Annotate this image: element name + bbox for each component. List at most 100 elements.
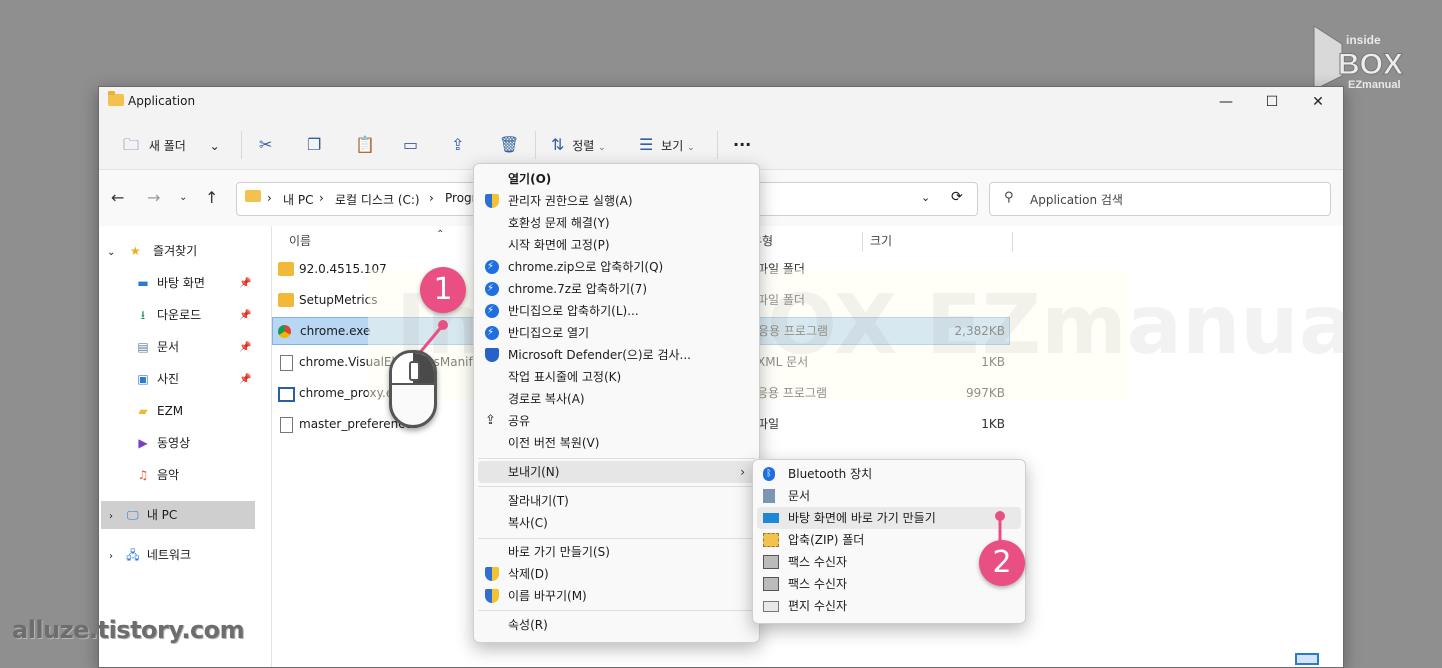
send-to-fax-2[interactable]: 팩스 수신자 [757, 573, 1021, 595]
menu-item-create-shortcut[interactable]: 바로 가기 만들기(S) [478, 541, 755, 563]
cut-icon[interactable]: ✂ [259, 134, 272, 156]
star-icon: ★ [129, 244, 141, 258]
defender-icon [485, 348, 499, 362]
menu-item-rename[interactable]: 이름 바꾸기(M) [478, 585, 755, 607]
svg-text:BOX: BOX [1338, 48, 1403, 81]
menu-item-compress-7z[interactable]: chrome.7z로 압축하기(7) [478, 278, 755, 300]
sidebar-item-documents[interactable]: ▤ 문서 [135, 333, 179, 361]
details-view-icon[interactable] [1295, 653, 1319, 665]
svg-text:inside: inside [1346, 33, 1381, 47]
share-icon[interactable]: ⇪ [451, 134, 464, 156]
minimize-button[interactable]: — [1211, 91, 1241, 113]
sort-button[interactable]: ⇅ 정렬 ⌄ [551, 134, 606, 156]
menu-item-pin-taskbar[interactable]: 작업 표시줄에 고정(K) [478, 366, 755, 388]
uac-shield-icon [485, 567, 499, 581]
pin-icon: 📌 [239, 342, 252, 353]
menu-item-share[interactable]: ⇪ 공유 [478, 410, 755, 432]
delete-icon[interactable]: 🗑 [499, 134, 519, 156]
document-icon [763, 489, 775, 503]
column-header-name[interactable]: 이름 [289, 226, 311, 256]
refresh-icon[interactable]: ⟳ [951, 189, 963, 205]
breadcrumb-local-disk[interactable]: 로컬 디스크 (C:) [335, 191, 420, 208]
menu-item-open-bandizip[interactable]: 반디집으로 열기 [478, 322, 755, 344]
view-button[interactable]: ☰ 보기 ⌄ [639, 134, 695, 156]
paste-icon[interactable]: 📋 [355, 134, 375, 156]
folder-icon [108, 91, 124, 106]
new-folder-icon: 🗀 [123, 135, 140, 154]
sidebar-item-this-pc[interactable]: › 🖵 내 PC [109, 501, 177, 529]
app-icon [278, 387, 295, 402]
address-dropdown-icon[interactable]: ⌄ [921, 191, 930, 204]
insidebox-logo: inside BOX EZmanual [1312, 22, 1432, 92]
maximize-button[interactable]: ☐ [1257, 91, 1287, 113]
menu-item-send-to[interactable]: 보내기(N) › [478, 461, 755, 483]
new-folder-button[interactable]: 🗀 새 폴더 ⌄ [123, 134, 220, 156]
rename-icon[interactable]: ▭ [403, 134, 418, 156]
up-arrow-icon[interactable]: ↑ [205, 188, 218, 207]
menu-item-open[interactable]: 열기(O) [478, 168, 755, 190]
menu-item-compress-zip[interactable]: chrome.zip으로 압축하기(Q) [478, 256, 755, 278]
share-icon: ⇪ [485, 413, 496, 428]
expand-chevron-icon: › [109, 551, 113, 562]
send-to-bluetooth[interactable]: ᛒ Bluetooth 장치 [757, 463, 1021, 485]
sidebar-item-desktop[interactable]: ▬ 바탕 화면 [135, 269, 205, 297]
send-to-desktop-shortcut[interactable]: 바탕 화면에 바로 가기 만들기 [757, 507, 1021, 529]
copy-icon[interactable]: ❐ [307, 134, 321, 156]
back-arrow-icon[interactable]: ← [111, 188, 124, 207]
folder-icon [278, 293, 294, 307]
menu-item-cut[interactable]: 잘라내기(T) [478, 490, 755, 512]
menu-item-delete[interactable]: 삭제(D) [478, 563, 755, 585]
send-to-zip-folder[interactable]: 압축(ZIP) 폴더 [757, 529, 1021, 551]
sidebar-item-downloads[interactable]: ⭳ 다운로드 [135, 301, 201, 329]
more-options-button[interactable]: ··· [733, 134, 751, 156]
bandizip-icon [485, 322, 499, 344]
menu-item-copy-path[interactable]: 경로로 복사(A) [478, 388, 755, 410]
send-to-mail[interactable]: 편지 수신자 [757, 595, 1021, 617]
search-icon: ⚲ [1004, 190, 1014, 205]
view-icon: ☰ [639, 135, 654, 154]
menu-item-pin-start[interactable]: 시작 화면에 고정(P) [478, 234, 755, 256]
breadcrumb-this-pc[interactable]: 내 PC [283, 191, 313, 208]
forward-arrow-icon[interactable]: → [147, 188, 160, 207]
column-header-size[interactable]: 크기 [870, 226, 892, 256]
pictures-icon: ▣ [137, 372, 149, 386]
search-input[interactable]: Application 검색 [1030, 191, 1123, 208]
menu-item-defender-scan[interactable]: Microsoft Defender(으)로 검사... [478, 344, 755, 366]
sidebar-item-ezm[interactable]: ▰ EZM [135, 397, 183, 425]
chrome-icon [278, 325, 291, 338]
mail-icon [763, 601, 779, 612]
chevron-right-icon: › [740, 465, 745, 479]
expand-chevron-icon: › [109, 511, 113, 522]
search-box[interactable]: ⚲ Application 검색 [989, 182, 1331, 216]
pin-icon: 📌 [239, 278, 252, 289]
send-to-documents[interactable]: 문서 [757, 485, 1021, 507]
sidebar-quick-access[interactable]: ⌄ ★ 즐겨찾기 [107, 237, 197, 265]
expand-chevron-icon: ⌄ [107, 247, 116, 258]
sidebar-item-music[interactable]: ♫ 음악 [135, 461, 179, 489]
close-button[interactable]: ✕ [1303, 91, 1333, 113]
step-1-badge: 1 [420, 267, 466, 313]
menu-item-restore-previous[interactable]: 이전 버전 복원(V) [478, 432, 755, 454]
menu-item-troubleshoot-compat[interactable]: 호환성 문제 해결(Y) [478, 212, 755, 234]
navigation-pane: ⌄ ★ 즐겨찾기 ▬ 바탕 화면 📌 ⭳ 다운로드 📌 ▤ 문서 📌 ▣ 사진 📌 ▰ E… [99, 226, 269, 667]
folder-icon [278, 262, 294, 276]
download-icon: ⭳ [140, 308, 146, 322]
menu-item-run-as-admin[interactable]: 관리자 권한으로 실행(A) [478, 190, 755, 212]
window-title: Application [128, 94, 196, 108]
menu-item-copy[interactable]: 복사(C) [478, 512, 755, 534]
recent-chevron-icon[interactable]: ⌄ [179, 192, 187, 203]
breadcrumb-program-files[interactable]: Progr [445, 191, 477, 205]
bluetooth-icon: ᛒ [763, 467, 775, 481]
pin-icon: 📌 [239, 374, 252, 385]
sidebar-item-videos[interactable]: ▶ 동영상 [135, 429, 190, 457]
context-menu: 열기(O) 관리자 권한으로 실행(A) 호환성 문제 해결(Y) 시작 화면에… [473, 163, 760, 643]
video-icon: ▶ [138, 436, 148, 450]
menu-item-properties[interactable]: 속성(R) [478, 614, 755, 636]
sidebar-item-network[interactable]: › 🖧 네트워크 [109, 541, 191, 569]
folder-icon: ▰ [138, 404, 148, 418]
title-bar: Application — ☐ ✕ [99, 87, 1343, 117]
zip-folder-icon [763, 533, 779, 547]
menu-item-compress-bandizip[interactable]: 반디집으로 압축하기(L)... [478, 300, 755, 322]
sidebar-item-pictures[interactable]: ▣ 사진 [135, 365, 179, 393]
folder-icon [245, 190, 261, 202]
